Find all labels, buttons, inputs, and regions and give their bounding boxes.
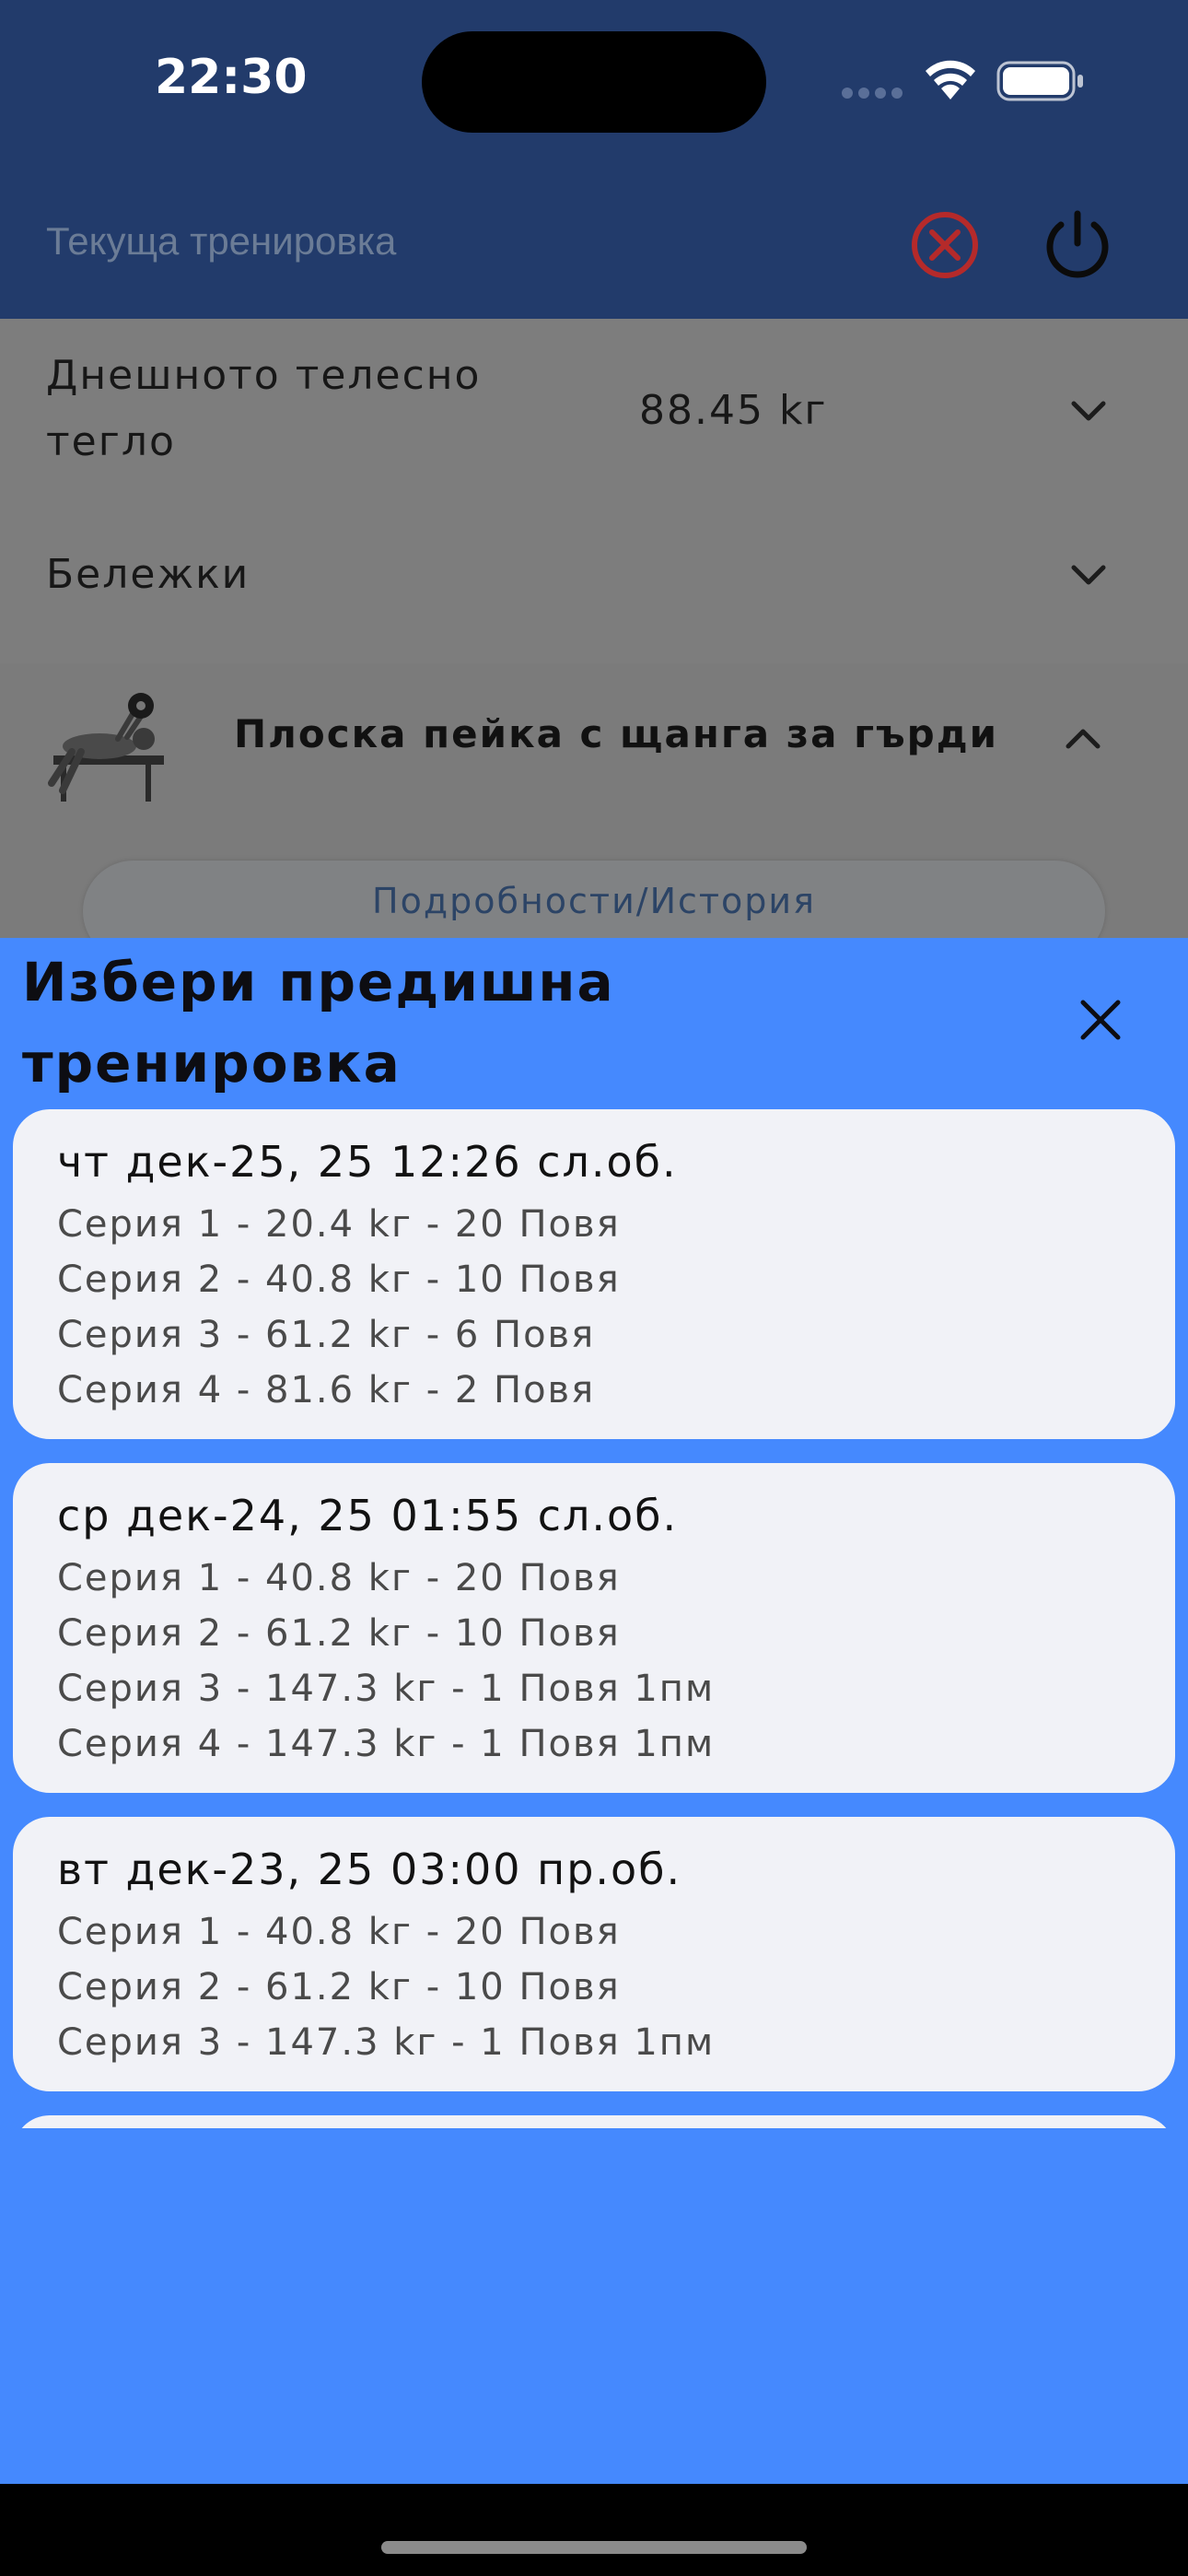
body-weight-value: 88.45 kг [639, 387, 828, 434]
home-indicator-area [0, 2484, 1188, 2576]
wifi-icon [926, 60, 975, 100]
battery-icon [996, 61, 1083, 101]
workout-card[interactable]: вт дек-23, 25 03:00 пр.об. Серия 1 - 40.… [13, 1817, 1175, 2091]
set-line: Серия 1 - 40.8 kг - 20 Повя [57, 1911, 621, 1953]
dynamic-island [422, 31, 766, 133]
status-time: 22:30 [155, 50, 308, 105]
status-bar: 22:30 [0, 0, 1188, 182]
set-line: Серия 2 - 61.2 kг - 10 Повя [57, 1966, 621, 2008]
set-line: Серия 2 - 61.2 kг - 10 Повя [57, 1612, 621, 1655]
power-icon[interactable] [1039, 206, 1116, 284]
workout-card[interactable]: чт дек-25, 25 12:26 сл.об. Серия 1 - 20.… [13, 1109, 1175, 1439]
details-history-label: Подробности/История [372, 881, 816, 921]
workout-card[interactable]: ср дек-24, 25 01:55 сл.об. Серия 1 - 40.… [13, 1463, 1175, 1793]
workout-date: вт дек-23, 25 03:00 пр.об. [57, 1844, 682, 1894]
chevron-up-icon[interactable] [1063, 726, 1103, 752]
chevron-down-icon[interactable] [1068, 562, 1109, 588]
page-title: Текуща тренировка [46, 219, 397, 263]
exercise-row[interactable]: Плоска пейка с щанга за гърди Подробност… [0, 663, 1188, 938]
cellular-signal-icon [842, 88, 906, 99]
home-indicator[interactable] [381, 2541, 807, 2554]
set-line: Серия 2 - 40.8 kг - 10 Повя [57, 1259, 621, 1301]
scroll-clip [0, 2128, 1188, 2165]
set-line: Серия 3 - 61.2 kг - 6 Повя [57, 1314, 596, 1356]
workout-date: чт дек-25, 25 12:26 сл.об. [57, 1137, 678, 1187]
body-weight-label: Днешното телесно тегло [46, 352, 482, 465]
chevron-down-icon[interactable] [1068, 398, 1109, 424]
set-line: Серия 4 - 81.6 kг - 2 Повя [57, 1369, 596, 1411]
set-line: Серия 3 - 147.3 kг - 1 Повя 1пм [57, 2021, 716, 2064]
set-line: Серия 3 - 147.3 kг - 1 Повя 1пм [57, 1668, 716, 1710]
set-line: Серия 1 - 40.8 kг - 20 Повя [57, 1557, 621, 1599]
workout-date: ср дек-24, 25 01:55 сл.об. [57, 1491, 679, 1540]
app-bar: Текуща тренировка [0, 182, 1188, 319]
workout-screen: 22:30 Текуща тренировка Днешното телесно… [0, 0, 1188, 938]
notes-label: Бележки [46, 551, 250, 598]
close-icon[interactable] [1070, 989, 1131, 1050]
set-line: Серия 4 - 147.3 kг - 1 Повя 1пм [57, 1723, 716, 1765]
set-line: Серия 1 - 20.4 kг - 20 Повя [57, 1203, 621, 1246]
cancel-workout-icon[interactable] [908, 208, 982, 282]
sheet-title: Избери предишна тренировка [22, 951, 615, 1095]
bench-press-image [48, 693, 164, 802]
exercise-name: Плоска пейка с щанга за гърди [234, 711, 999, 756]
